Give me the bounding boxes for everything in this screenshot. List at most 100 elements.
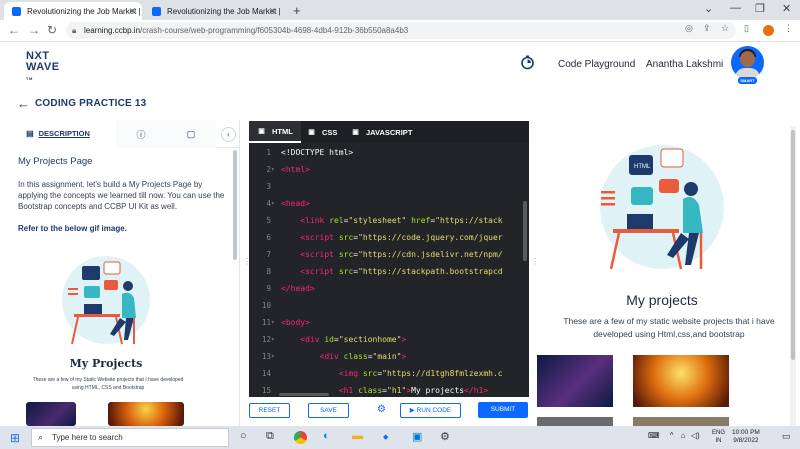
tab-javascript[interactable]: ▣ JAVASCRIPT xyxy=(351,121,412,143)
fold-arrow-icon[interactable]: ▾ xyxy=(271,331,275,348)
logo-tm: TM xyxy=(26,76,33,81)
app-icon[interactable]: ◆ xyxy=(383,433,388,441)
collapse-panel-button[interactable]: ‹ xyxy=(221,127,236,142)
tab-discussion[interactable]: ▢ xyxy=(166,120,216,148)
file-explorer-icon[interactable]: ▬ xyxy=(352,430,363,442)
code-line[interactable]: 11 ▾ <body> xyxy=(249,314,525,331)
back-arrow-icon[interactable]: ← xyxy=(17,96,30,111)
new-tab-button[interactable]: + xyxy=(293,3,301,18)
nxtwave-logo[interactable]: NXT WAVE TM xyxy=(26,51,60,88)
code-line[interactable]: 5 <link rel="stylesheet" href="https://s… xyxy=(249,212,525,229)
browser-tab-active[interactable]: Revolutionizing the Job Market | ✕ xyxy=(4,2,142,20)
gif-title: My Projects xyxy=(69,357,143,370)
share-icon[interactable]: ⇪ xyxy=(703,23,711,34)
address-bar[interactable]: 🔒︎ learning.ccbp.in/crash-course/web-pro… xyxy=(66,22,736,39)
description-panel: ▤ DESCRIPTION ⓘ ▢ ‹ My Projects Page In … xyxy=(0,120,240,426)
close-tab-icon[interactable]: ✕ xyxy=(128,6,136,17)
maximize-icon[interactable]: ❐ xyxy=(755,2,765,15)
code-line[interactable]: 14 <img src="https://d1tgh8fmlzexmh.c xyxy=(249,365,525,382)
close-tab-icon[interactable]: ✕ xyxy=(268,6,276,17)
forward-icon[interactable]: → xyxy=(28,23,40,37)
network-icon[interactable]: ⌂ xyxy=(681,431,686,440)
description-reference: Refer to the below gif image. xyxy=(18,224,127,233)
cortana-icon[interactable]: ○ xyxy=(240,430,247,442)
url-path: /crash-course/web-programming/f605304b-4… xyxy=(140,26,409,35)
preview-scrollbar[interactable] xyxy=(790,126,796,426)
save-button[interactable]: SAVE xyxy=(308,403,349,418)
code-line[interactable]: 4 ▾ <head> xyxy=(249,195,525,212)
reload-icon[interactable]: ↻ xyxy=(47,23,57,37)
line-number: 2 xyxy=(266,165,271,174)
tab-description[interactable]: ▤ DESCRIPTION xyxy=(0,120,116,148)
code-line[interactable]: 1 <!DOCTYPE html> xyxy=(249,144,525,161)
run-code-label: RUN CODE xyxy=(416,407,452,414)
editor-horizontal-scrollbar[interactable] xyxy=(279,393,329,396)
line-number: 3 xyxy=(266,182,271,191)
close-window-icon[interactable]: ✕ xyxy=(782,2,791,15)
fold-arrow-icon[interactable]: ▾ xyxy=(271,314,275,331)
user-name[interactable]: Anantha Lakshmi xyxy=(646,59,723,70)
clock[interactable]: 10:00 PM 9/8/2022 xyxy=(732,429,760,445)
preview-subtitle: These are a few of my static website pro… xyxy=(563,316,775,339)
tab-css[interactable]: ▣ CSS xyxy=(307,121,337,143)
line-number: 14 xyxy=(261,369,271,378)
run-code-button[interactable]: ▶ RUN CODE xyxy=(400,403,461,418)
keyboard-icon[interactable]: ⌨ xyxy=(648,431,660,440)
tab-search-icon[interactable]: ⌄ xyxy=(704,2,713,15)
description-text: In this assignment, let's build a My Pro… xyxy=(18,180,225,211)
fold-arrow-icon[interactable]: ▾ xyxy=(271,195,275,212)
code-line[interactable]: 6 <script src="https://code.jquery.com/j… xyxy=(249,229,525,246)
store-icon[interactable]: ▣ xyxy=(412,430,422,443)
fold-arrow-icon[interactable]: ▾ xyxy=(271,348,275,365)
browser-tab[interactable]: Revolutionizing the Job Market | ✕ xyxy=(144,2,282,20)
right-resize-handle[interactable]: ⋮ xyxy=(531,258,539,266)
settings-gear-icon[interactable]: ⚙ xyxy=(377,404,386,415)
editor-vertical-scrollbar[interactable] xyxy=(523,201,527,261)
code-line[interactable]: 13 ▾ <div class="main"> xyxy=(249,348,525,365)
chrome-icon[interactable] xyxy=(294,431,307,444)
minimize-icon[interactable]: — xyxy=(730,2,741,14)
code-line[interactable]: 12 ▾ <div id="sectionhome"> xyxy=(249,331,525,348)
code-line[interactable]: 7 <script src="https://cdn.jsdelivr.net/… xyxy=(249,246,525,263)
editor-action-bar: RESET SAVE ⚙ ▶ RUN CODE SUBMIT xyxy=(241,397,537,426)
submit-button[interactable]: SUBMIT xyxy=(478,402,528,418)
project-thumbnail xyxy=(633,417,729,426)
taskbar-search-placeholder: Type here to search xyxy=(52,433,123,442)
code-playground-link[interactable]: Code Playground xyxy=(558,59,635,70)
menu-kebab-icon[interactable]: ⋮ xyxy=(784,23,793,34)
volume-icon[interactable]: ◁) xyxy=(691,431,700,440)
settings-icon[interactable]: ⚙ xyxy=(440,430,450,443)
back-icon[interactable]: ← xyxy=(8,23,20,37)
reset-button[interactable]: RESET xyxy=(249,403,290,418)
windows-start-icon[interactable]: ⊞ xyxy=(10,431,20,445)
code-text: <head> xyxy=(281,199,310,208)
code-line[interactable]: 9 </head> xyxy=(249,280,525,297)
bookmark-star-icon[interactable]: ☆ xyxy=(721,23,729,34)
panel-scrollbar[interactable] xyxy=(233,150,237,260)
chevron-up-icon[interactable]: ^ xyxy=(670,431,674,440)
line-number: 12 xyxy=(261,335,271,344)
search-icon: ⌕ xyxy=(38,432,44,442)
edge-icon[interactable]: ◐ xyxy=(323,430,330,442)
code-line[interactable]: 3 xyxy=(249,178,525,195)
code-area[interactable]: 1 <!DOCTYPE html> 2 ▾ <html> 3 4 ▾ <head> 5 <link… xyxy=(249,143,529,397)
tab-html[interactable]: ▣ HTML xyxy=(249,121,301,143)
task-view-icon[interactable]: ⧉ xyxy=(266,430,274,443)
code-line[interactable]: 8 <script src="https://stackpath.bootstr… xyxy=(249,263,525,280)
code-line[interactable]: 10 xyxy=(249,297,525,314)
google-lens-icon[interactable]: ◎ xyxy=(685,23,693,34)
code-line[interactable]: 2 ▾ <html> xyxy=(249,161,525,178)
taskbar-search[interactable]: ⌕ Type here to search xyxy=(31,428,229,447)
clock-time: 10:00 PM xyxy=(732,429,760,436)
left-resize-handle[interactable]: ⋮ xyxy=(243,258,251,266)
timer-icon[interactable] xyxy=(520,55,535,70)
notification-icon[interactable]: ▭ xyxy=(782,431,791,442)
fold-arrow-icon[interactable]: ▾ xyxy=(271,161,275,178)
description-content: My Projects Page In this assignment, let… xyxy=(0,148,232,426)
profile-avatar-icon[interactable] xyxy=(763,25,774,36)
tab-help[interactable]: ⓘ xyxy=(116,120,166,148)
side-panel-icon[interactable]: ▯ xyxy=(744,23,749,34)
project-thumbnail xyxy=(633,355,729,407)
avatar[interactable] xyxy=(731,46,764,79)
language-indicator[interactable]: ENG IN xyxy=(712,429,725,445)
